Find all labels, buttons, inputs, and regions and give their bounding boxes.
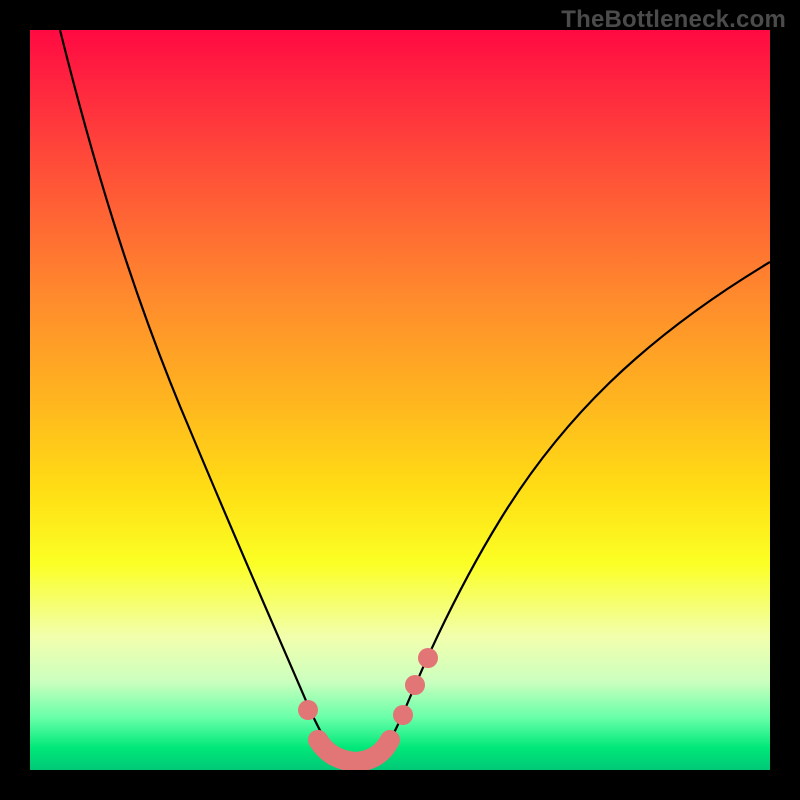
right-curve	[374, 262, 770, 762]
highlight-dot	[298, 700, 318, 720]
highlight-dot	[418, 648, 438, 668]
left-curve	[60, 30, 342, 762]
chart-plot-area	[30, 30, 770, 770]
highlight-dot	[393, 705, 413, 725]
chart-svg	[30, 30, 770, 770]
highlight-dot	[405, 675, 425, 695]
highlight-dot	[308, 730, 328, 750]
highlight-u-segment	[318, 740, 390, 762]
attribution-label: TheBottleneck.com	[561, 6, 786, 34]
